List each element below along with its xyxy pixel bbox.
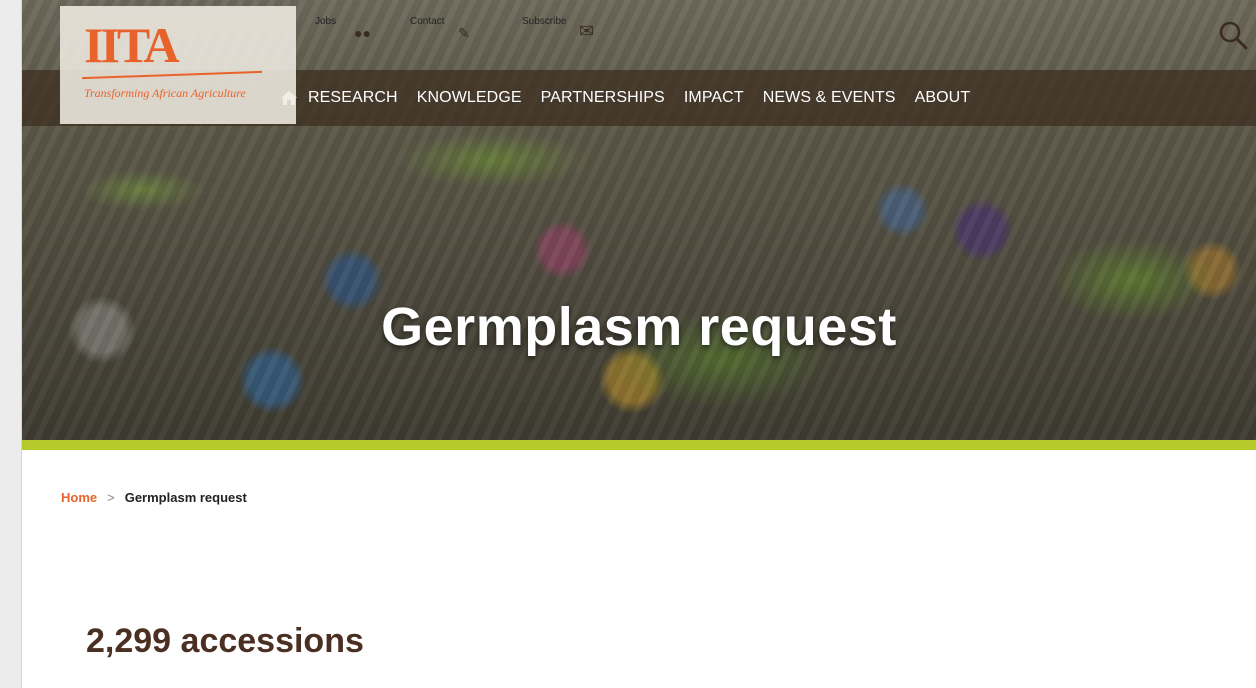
left-gutter (0, 0, 22, 688)
nav-list: RESEARCH KNOWLEDGE PARTNERSHIPS IMPACT N… (280, 70, 989, 126)
contact-icon[interactable]: ✎ (458, 26, 470, 40)
logo-tagline: Transforming African Agriculture (84, 86, 246, 100)
nav-item-research[interactable]: RESEARCH (308, 89, 398, 107)
nav-item-about[interactable]: ABOUT (915, 89, 971, 107)
nav-item-news-events[interactable]: NEWS & EVENTS (763, 89, 896, 107)
nav-item-partnerships[interactable]: PARTNERSHIPS (541, 89, 665, 107)
jobs-link[interactable]: Jobs (315, 16, 336, 27)
site-logo[interactable]: IITA Transforming African Agriculture (60, 6, 296, 124)
logo-text: IITA (84, 17, 180, 73)
search-icon[interactable] (1218, 20, 1248, 50)
page: Jobs ●● Contact ✎ Subscribe ✉ IITA Trans… (22, 0, 1256, 688)
breadcrumb-current: Germplasm request (124, 490, 247, 505)
nav-item-knowledge[interactable]: KNOWLEDGE (417, 89, 522, 107)
hero-accent-bar (22, 440, 1256, 450)
nav-item-impact[interactable]: IMPACT (684, 89, 744, 107)
breadcrumb-home-link[interactable]: Home (61, 490, 97, 505)
contact-link[interactable]: Contact (410, 16, 444, 27)
jobs-icon[interactable]: ●● (354, 26, 371, 40)
breadcrumb: Home > Germplasm request (61, 490, 247, 505)
accessions-count: 2,299 accessions (86, 622, 364, 660)
page-title: Germplasm request (381, 297, 897, 357)
breadcrumb-separator: > (107, 490, 115, 505)
subscribe-link[interactable]: Subscribe (522, 16, 566, 27)
envelope-icon[interactable]: ✉ (579, 22, 594, 40)
